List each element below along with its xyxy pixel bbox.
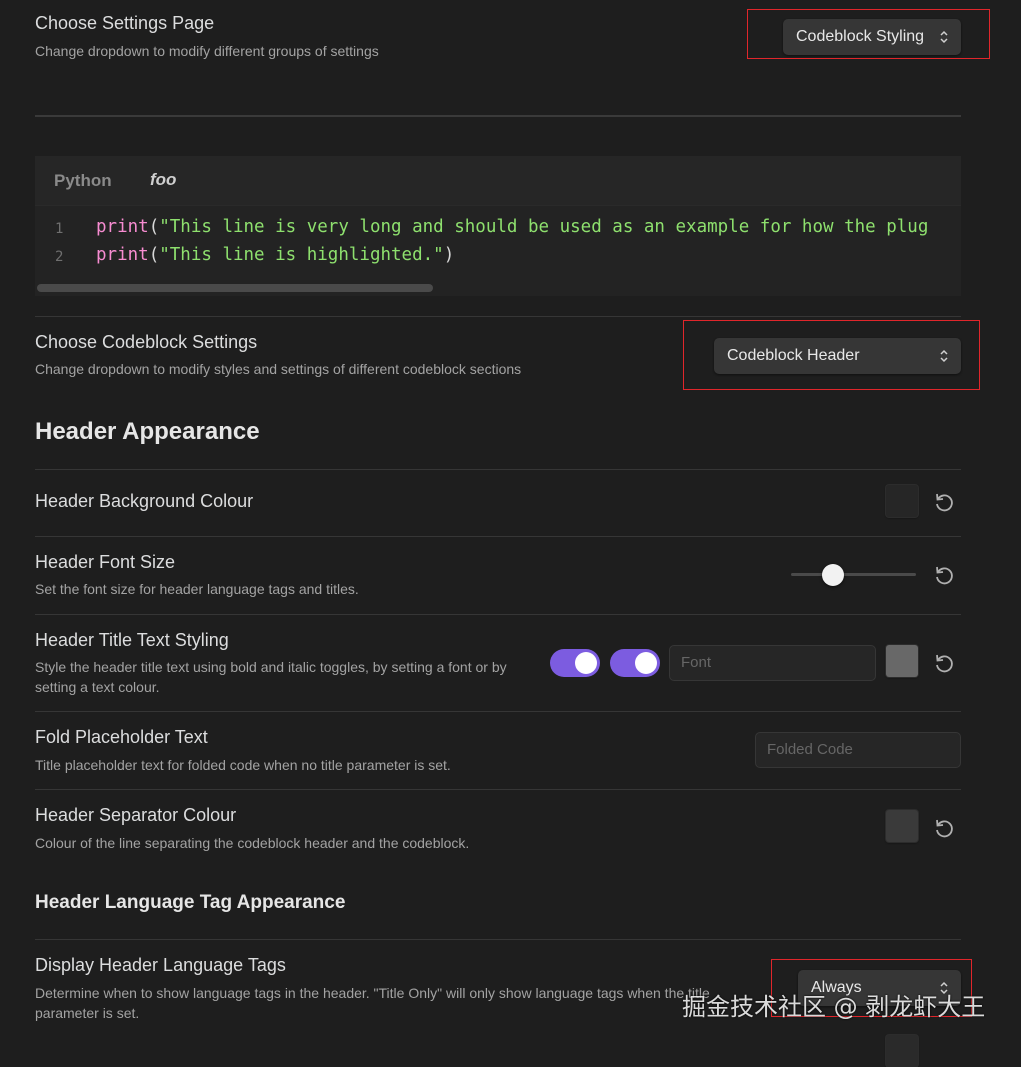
language-tag: Python [54,171,112,190]
settings-page-description: Change dropdown to modify different grou… [35,43,379,59]
code-function: print [96,245,149,265]
header-title-text-styling-description: Style the header title text using bold a… [35,659,507,695]
header-font-size-title: Header Font Size [35,552,176,572]
fold-placeholder-input[interactable]: Folded Code [755,732,961,768]
line-number: 1 [55,221,64,237]
divider [35,469,961,470]
header-separator-colour-swatch[interactable] [886,810,918,842]
divider [35,939,961,940]
partial-swatch[interactable] [886,1035,918,1067]
highlight-box [747,9,990,59]
horizontal-scrollbar[interactable] [37,284,433,292]
divider [35,316,961,317]
watermark: 掘金技术社区 @ 剥龙虾大王 [682,993,986,1021]
codeblock-preview: Python foo 1 print("This line is very lo… [35,156,961,296]
toggle-knob [635,652,657,674]
display-language-tags-description: Determine when to show language tags in … [35,985,710,1021]
divider [35,614,961,615]
highlight-box [683,320,980,390]
divider [35,115,961,117]
reset-icon[interactable] [933,491,955,513]
code-punctuation: ) [443,245,455,265]
header-title-text-styling-title: Header Title Text Styling [35,630,229,650]
code-punctuation: ( [148,217,160,237]
code-punctuation: ( [148,245,160,265]
fold-placeholder-text-description: Title placeholder text for folded code w… [35,757,451,773]
fold-placeholder-input-placeholder: Folded Code [767,741,853,758]
italic-toggle[interactable] [610,649,660,677]
codeblock-settings-description: Change dropdown to modify styles and set… [35,361,522,377]
display-language-tags-title: Display Header Language Tags [35,955,286,975]
codeblock-title: foo [150,170,177,189]
code-string: "This line is very long and should be us… [159,217,929,237]
code-string: "This line is highlighted." [159,245,444,265]
toggle-knob [575,652,597,674]
section-heading: Header Appearance [35,418,260,445]
fold-placeholder-text-title: Fold Placeholder Text [35,727,208,747]
code-line: print("This line is highlighted.") [96,245,454,265]
bold-toggle[interactable] [550,649,600,677]
reset-icon[interactable] [933,652,955,674]
divider [35,789,961,790]
settings-page-title: Choose Settings Page [35,13,215,33]
reset-icon[interactable] [933,564,955,586]
code-line: print("This line is very long and should… [96,217,928,237]
header-title-text-colour-swatch[interactable] [886,645,918,677]
font-size-slider-thumb[interactable] [822,564,844,586]
header-font-size-description: Set the font size for header language ta… [35,581,359,597]
section-heading: Header Language Tag Appearance [35,892,346,913]
reset-icon[interactable] [933,817,955,839]
line-number: 2 [55,249,64,265]
divider [35,711,961,712]
font-input[interactable]: Font [669,645,876,681]
codeblock-settings-title: Choose Codeblock Settings [35,332,258,352]
header-background-colour-swatch[interactable] [886,485,918,517]
header-background-colour-title: Header Background Colour [35,491,254,511]
font-input-placeholder: Font [681,654,712,671]
codeblock-header: Python foo [35,156,961,206]
divider [35,536,961,537]
code-function: print [96,217,149,237]
header-separator-colour-description: Colour of the line separating the codebl… [35,835,470,851]
font-size-slider-track[interactable] [791,573,916,576]
header-separator-colour-title: Header Separator Colour [35,805,237,825]
